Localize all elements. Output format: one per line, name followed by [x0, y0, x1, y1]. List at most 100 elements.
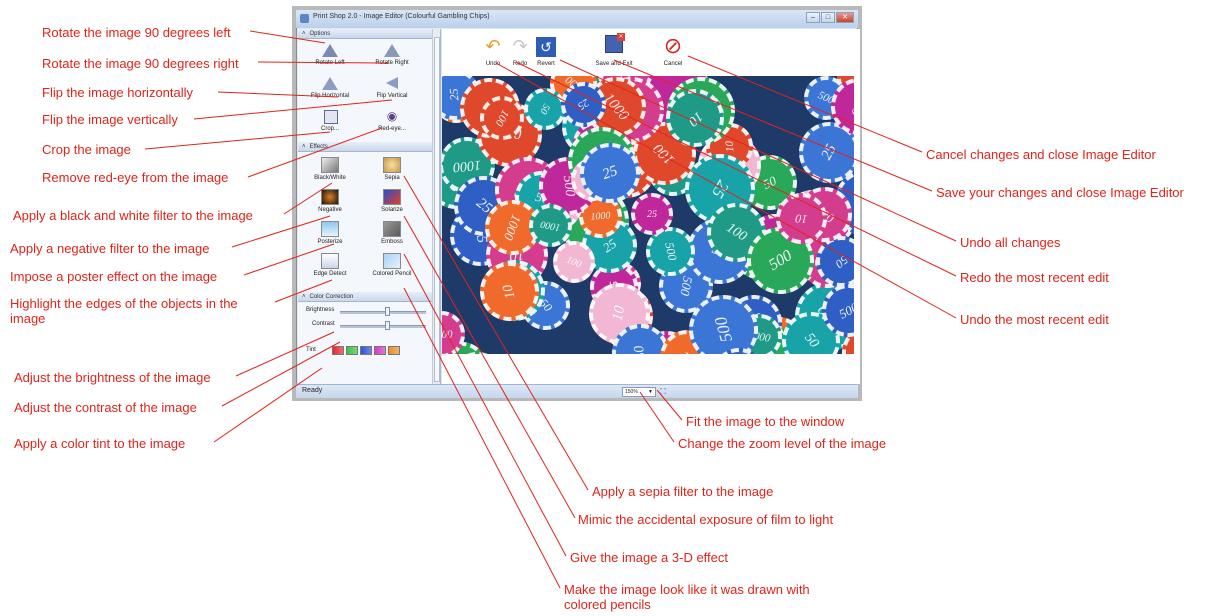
annotation-crop: Crop the image: [42, 142, 131, 157]
fit-to-window-icon[interactable]: ⛶: [660, 387, 669, 396]
edge-detect-label: Edge Detect: [313, 271, 347, 277]
options-header-label: Options: [309, 31, 331, 37]
save-and-exit-label: Save and Exit: [595, 61, 633, 67]
annotation-tint: Apply a color tint to the image: [14, 436, 186, 451]
rotate-right-button[interactable]: Rotate Right: [362, 42, 422, 66]
edge-detect-icon: [321, 253, 339, 269]
chevron-down-icon: ▼: [648, 389, 653, 395]
posterize-icon: [321, 221, 339, 237]
cancel-button[interactable]: ⊘ Cancel: [648, 33, 698, 68]
red-eye-label: Red-eye...: [378, 126, 406, 132]
image-canvas[interactable]: 1000500100251050100050010025105010005001…: [442, 76, 854, 354]
colored-pencil-button[interactable]: Colored Pencil: [362, 253, 422, 277]
annotation-negative: Apply a negative filter to the image: [10, 241, 210, 256]
window-title: Print Shop 2.0 - Image Editor (Colourful…: [313, 13, 490, 20]
colored-pencil-label: Colored Pencil: [372, 271, 412, 277]
colored-pencil-icon: [383, 253, 401, 269]
solarize-label: Solarize: [381, 207, 403, 213]
save-and-exit-button[interactable]: ✕ Save and Exit: [589, 33, 639, 67]
title-bar[interactable]: Print Shop 2.0 - Image Editor (Colourful…: [296, 10, 858, 28]
tint-swatch[interactable]: [332, 346, 344, 355]
emboss-button[interactable]: Emboss: [362, 221, 422, 245]
annotation-undo: Undo the most recent edit: [960, 312, 1109, 327]
panel-scrollbar[interactable]: [432, 29, 440, 384]
annotation-posterize: Impose a poster effect on the image: [10, 269, 218, 284]
solarize-icon: [383, 189, 401, 205]
red-eye-icon: ◉: [386, 109, 398, 123]
annotation-contrast: Adjust the contrast of the image: [14, 400, 197, 415]
chevron-up-icon: ˄: [302, 31, 306, 37]
contrast-label: Contrast: [312, 321, 335, 327]
annotation-rotate-right: Rotate the image 90 degrees right: [42, 56, 239, 71]
app-icon: [300, 14, 309, 23]
brightness-slider[interactable]: [340, 311, 426, 314]
cancel-icon: ⊘: [663, 33, 683, 58]
maximize-button[interactable]: □: [821, 12, 835, 23]
crop-label: Crop...: [320, 126, 339, 132]
annotation-save: Save your changes and close Image Editor: [936, 185, 1184, 200]
effects-section-header[interactable]: ˄ Effects: [298, 142, 432, 152]
crop-button[interactable]: Crop...: [300, 108, 360, 132]
color-correction-header-label: Color Correction: [309, 294, 354, 300]
negative-icon: [321, 189, 339, 205]
annotation-red-eye: Remove red-eye from the image: [42, 170, 229, 185]
effects-header-label: Effects: [309, 144, 328, 150]
negative-button[interactable]: Negative: [300, 189, 360, 213]
brightness-slider-thumb[interactable]: [385, 307, 391, 316]
tools-panel: ˄ Options Rotate Left Rotate Right Flip H…: [298, 29, 441, 384]
emboss-label: Emboss: [381, 239, 403, 245]
annotation-black-white: Apply a black and white filter to the im…: [13, 208, 253, 223]
minimize-button[interactable]: –: [806, 12, 820, 23]
rotate-left-icon: [321, 42, 339, 58]
zoom-dropdown[interactable]: 150% ▼: [622, 387, 656, 397]
annotation-edge-detect: Highlight the edges of the objects in th…: [10, 296, 238, 326]
flip-horizontal-label: Flip Horizontal: [310, 93, 350, 99]
chevron-up-icon: ˄: [302, 294, 306, 300]
annotation-solarize: Mimic the accidental exposure of film to…: [578, 512, 834, 527]
editor-main-area: ↶ Undo ↷ Redo ↺ Revert ✕ Save and Exit ⊘…: [442, 29, 860, 384]
tint-swatch[interactable]: [346, 346, 358, 355]
sepia-button[interactable]: Sepia: [362, 157, 422, 181]
close-button[interactable]: ✕: [836, 12, 854, 23]
emboss-icon: [383, 221, 401, 237]
cancel-label: Cancel: [663, 61, 683, 67]
options-section-header[interactable]: ˄ Options: [298, 29, 432, 39]
edge-detect-button[interactable]: Edge Detect: [300, 253, 360, 277]
image-editor-window: Print Shop 2.0 - Image Editor (Colourful…: [292, 6, 862, 401]
posterize-label: Posterize: [317, 239, 343, 245]
tint-swatch[interactable]: [360, 346, 372, 355]
sepia-icon: [383, 157, 401, 173]
tint-swatch[interactable]: [374, 346, 386, 355]
rotate-right-icon: [383, 42, 401, 58]
annotation-revert: Undo all changes: [960, 235, 1061, 250]
annotation-emboss: Give the image a 3-D effect: [570, 550, 729, 565]
posterize-button[interactable]: Posterize: [300, 221, 360, 245]
annotation-cancel: Cancel changes and close Image Editor: [926, 147, 1156, 162]
contrast-slider[interactable]: [340, 325, 426, 328]
annotation-rotate-left: Rotate the image 90 degrees left: [42, 25, 231, 40]
flip-vertical-icon: [383, 75, 401, 91]
rotate-left-label: Rotate Left: [315, 60, 345, 66]
contrast-slider-thumb[interactable]: [385, 321, 391, 330]
panel-scrollbar-thumb[interactable]: [434, 37, 440, 382]
tint-swatch[interactable]: [388, 346, 400, 355]
black-white-icon: [321, 157, 339, 173]
rotate-left-button[interactable]: Rotate Left: [300, 42, 360, 66]
annotation-flip-horizontal: Flip the image horizontally: [42, 85, 194, 100]
annotation-fit: Fit the image to the window: [686, 414, 845, 429]
solarize-button[interactable]: Solarize: [362, 189, 422, 213]
chevron-up-icon: ˄: [302, 144, 306, 150]
flip-horizontal-button[interactable]: Flip Horizontal: [300, 75, 360, 99]
brightness-label: Brightness: [306, 307, 335, 313]
annotation-zoom: Change the zoom level of the image: [678, 436, 887, 451]
status-text: Ready: [302, 387, 323, 394]
revert-button[interactable]: ↺ Revert: [521, 35, 571, 67]
annotation-flip-vertical: Flip the image vertically: [42, 112, 178, 127]
zoom-value: 150%: [625, 389, 638, 395]
rotate-right-label: Rotate Right: [375, 60, 409, 66]
black-white-button[interactable]: Black/White: [300, 157, 360, 181]
color-correction-section-header[interactable]: ˄ Color Correction: [298, 292, 432, 302]
red-eye-button[interactable]: ◉ Red-eye...: [362, 108, 422, 132]
tint-label: Tint: [306, 347, 316, 353]
flip-vertical-button[interactable]: Flip Vertical: [362, 75, 422, 99]
